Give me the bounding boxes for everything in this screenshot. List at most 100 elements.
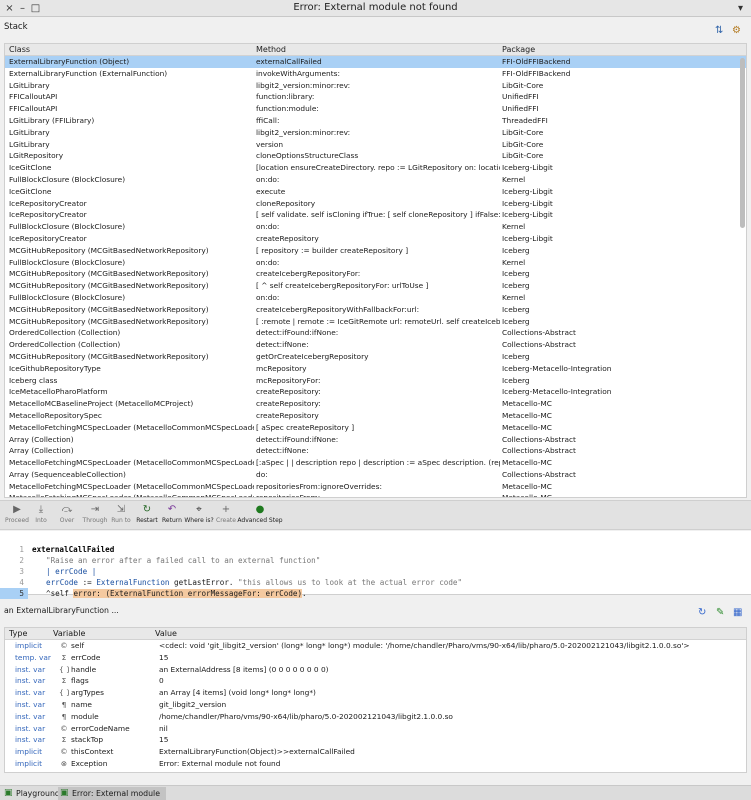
refresh-icon[interactable]: ↻ [698,607,706,618]
variable-row[interactable]: inst. var ¶ module/home/chandler/Pharo/vms… [5,711,746,723]
column-variable[interactable]: Variable [53,629,85,638]
variable-row[interactable]: inst. var Σflags 0 [5,675,746,687]
variable-row[interactable]: inst. var ΣstackTop 15 [5,734,746,746]
task-debugger[interactable]: ▣ Error: External module not ... [58,787,166,800]
stack-frame-row[interactable]: LGitLibrary libgit2_version:minor:rev: Lib… [5,127,746,139]
stack-frame-row[interactable]: IceGitClone [location ensureCreateDirecto… [5,162,746,174]
column-method[interactable]: Method [256,45,286,54]
sort-icon[interactable]: ⇅ [715,25,723,36]
variable-icon: { } [59,664,69,674]
stack-frame-row[interactable]: IceMetacelloPharoPlatform createRepositor… [5,386,746,398]
frame-method: detect:ifFound:ifNone: [256,434,339,444]
stack-frame-row[interactable]: IceGithubRepositoryType mcRepository Icebe… [5,363,746,375]
window-titlebar: × – □ Error: External module not found ▾ [0,0,751,17]
stack-frame-row[interactable]: FullBlockClosure (BlockClosure) on:do: Ker… [5,221,746,233]
frame-package: Iceberg-Metacello-Integration [502,387,612,397]
stack-frame-row[interactable]: Array (Collection) detect:ifNone: Collecti… [5,445,746,457]
stack-frame-row[interactable]: MetacelloFetchingMCSpecLoader (Metacello… [5,492,746,498]
stack-frame-row[interactable]: MCGitHubRepository (MCGitBasedNetworkRep… [5,245,746,257]
stack-frame-row[interactable]: MCGitHubRepository (MCGitBasedNetworkRep… [5,280,746,292]
stack-frame-row[interactable]: IceRepositoryCreator cloneRepository Icebe… [5,198,746,210]
stack-table-header: Class Method Package [5,44,746,56]
frame-package: FFI-OldFFIBackend [502,57,571,66]
stack-frame-row[interactable]: FFICalloutAPI function:library: UnifiedFFI [5,91,746,103]
stack-frame-row[interactable]: MetacelloRepositorySpec createRepository M… [5,410,746,422]
variable-icon: ¶ [61,711,67,721]
frame-class: LGitRepository [9,151,64,161]
column-type[interactable]: Type [9,629,27,638]
frame-method: function:library: [256,92,315,102]
frame-package: Iceberg-Metacello-Integration [502,363,612,373]
stack-frame-row[interactable]: Iceberg class mcRepositoryFor: Iceberg [5,375,746,387]
variable-row[interactable]: inst. var ¶ name git_libgit2_version [5,699,746,711]
stack-frame-row[interactable]: FullBlockClosure (BlockClosure) on:do: Ker… [5,292,746,304]
variable-row[interactable]: inst. var { }handle an ExternalAddress [8 … [5,664,746,676]
stack-frame-row[interactable]: LGitLibrary (FFILibrary) ffiCall: Threaded… [5,115,746,127]
frame-package: FFI-OldFFIBackend [502,68,571,78]
calculator-icon[interactable]: ▦ [733,607,742,618]
variable-row[interactable]: temp. var ΣerrCode 15 [5,652,746,664]
stack-frame-row[interactable]: FFICalloutAPI function:module: UnifiedFFI [5,103,746,115]
stack-frame-row[interactable]: IceGitClone execute Iceberg-Libgit [5,186,746,198]
stack-frame-row[interactable]: IceRepositoryCreator createRepository Iceb… [5,233,746,245]
column-value[interactable]: Value [155,629,177,638]
stack-frame-row[interactable]: LGitRepository cloneOptionsStructureClass… [5,150,746,162]
task-label: Error: External module not ... [72,789,161,798]
frame-package: Iceberg-Libgit [502,210,553,220]
stack-frame-row[interactable]: MetacelloFetchingMCSpecLoader (Metacello… [5,422,746,434]
variables-table[interactable]: Type Variable Value implicit © self <cdecl:… [4,627,747,773]
button-label: Advanced Step [237,517,283,524]
variable-row[interactable]: implicit ⊗ Exception Error: External module… [5,758,746,770]
column-class[interactable]: Class [9,45,30,54]
task-label: Playground [16,789,60,798]
stack-frame-row[interactable]: MCGitHubRepository (MCGitBasedNetworkRep… [5,268,746,280]
frame-package: LibGit-Core [502,127,544,137]
variable-row[interactable]: implicit © self <cdecl: void 'git_libgit2_v… [5,640,746,652]
variable-row[interactable]: inst. var © errorCodeName nil [5,723,746,735]
stack-frame-row[interactable]: LGitLibrary version LibGit-Core [5,139,746,151]
stack-frame-row[interactable]: MCGitHubRepository (MCGitBasedNetworkRep… [5,351,746,363]
stack-frame-row[interactable]: MCGitHubRepository (MCGitBasedNetworkRep… [5,316,746,328]
stack-frame-row[interactable]: ExternalLibraryFunction (ExternalFunctio… [5,68,746,80]
stack-frame-row[interactable]: Array (Collection) detect:ifFound:ifNone:… [5,434,746,446]
frame-class: FullBlockClosure (BlockClosure) [9,174,126,184]
frame-class: IceRepositoryCreator [9,210,87,220]
variable-type: inst. var [15,699,46,709]
variable-value: an ExternalAddress [8 items] (0 0 0 0 0 … [159,664,329,674]
variable-icon: Σ [61,676,67,686]
variable-icon: { } [59,688,69,698]
stack-frame-row[interactable]: LGitLibrary libgit2_version:minor:rev: Lib… [5,80,746,92]
frame-package: Iceberg [502,245,530,255]
variable-icon: © [60,723,68,733]
inspect-icon[interactable]: ✎ [716,607,724,618]
window-menu-icon[interactable]: ▾ [735,3,746,14]
stack-frame-row[interactable]: MetacelloFetchingMCSpecLoader (Metacello… [5,481,746,493]
stack-frame-row[interactable]: FullBlockClosure (BlockClosure) on:do: Ker… [5,257,746,269]
stack-scrollbar[interactable] [740,58,745,228]
stack-frame-row[interactable]: FullBlockClosure (BlockClosure) on:do: Ker… [5,174,746,186]
stack-frame-row[interactable]: MCGitHubRepository (MCGitBasedNetworkRep… [5,304,746,316]
stack-table[interactable]: Class Method Package ExternalLibraryFunc… [4,43,747,498]
stack-frame-row[interactable]: Array (SequenceableCollection) do: Collect… [5,469,746,481]
stack-frame-row[interactable]: OrderedCollection (Collection) detect:ifF… [5,327,746,339]
advanced-step-button[interactable]: ● Advanced Step [236,504,284,525]
frame-method: [ :remote | remote := IceGitRemote url: … [256,316,500,326]
stack-frame-row[interactable]: MetacelloMCBaselineProject (MetacelloMCP… [5,398,746,410]
filter-icon[interactable]: ⚙ [732,25,741,36]
stack-frame-row[interactable]: IceRepositoryCreator [ self validate. sel… [5,209,746,221]
debugger-toolbar: ▶ Proceed ⤓ Into ⤼ Over ⇥ Through ⇲ Run to ↻ Restar… [0,500,751,530]
stack-frame-row[interactable]: OrderedCollection (Collection) detect:ifN… [5,339,746,351]
frame-class: MetacelloRepositorySpec [9,410,102,420]
stack-frame-row[interactable]: ExternalLibraryFunction (Object) external… [5,56,746,68]
source-code-pane[interactable]: 1 externalCallFailed 2 "Raise an error aft… [0,531,751,599]
variable-row[interactable]: implicit © thisContext ExternalLibraryFunct… [5,746,746,758]
frame-package: ThreadedFFI [502,115,548,125]
frame-package: Collections-Abstract [502,434,576,444]
column-package[interactable]: Package [502,45,535,54]
variable-row[interactable]: inst. var { }argTypes an Array [4 items] (… [5,687,746,699]
frame-class: FullBlockClosure (BlockClosure) [9,257,126,267]
task-playground[interactable]: ▣ Playground [2,787,60,800]
stack-frame-row[interactable]: MetacelloFetchingMCSpecLoader (Metacello… [5,457,746,469]
frame-method: repositoriesFrom: [256,493,321,498]
frame-package: Collections-Abstract [502,469,576,479]
